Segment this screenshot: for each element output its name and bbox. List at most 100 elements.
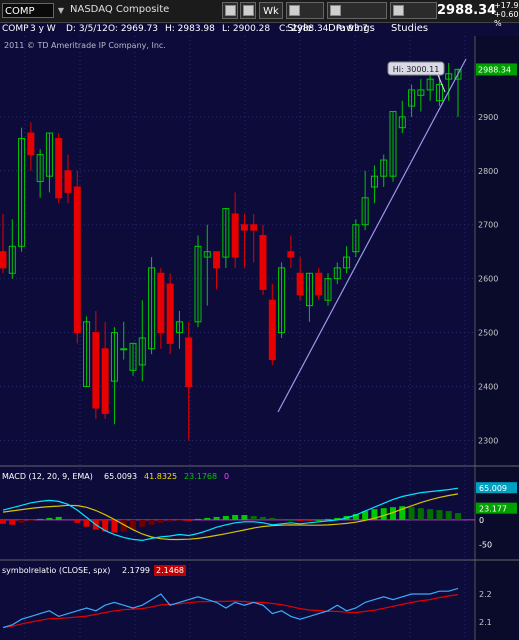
candle-body (83, 321, 91, 388)
macd-histogram-bar (260, 516, 266, 520)
candle (110, 327, 118, 425)
candle-body (389, 110, 397, 177)
candle-body (259, 235, 267, 290)
candle (175, 311, 183, 349)
macd-histogram-bar (445, 511, 452, 520)
macd-histogram-bar (18, 519, 25, 523)
ratio-ma-line (2, 594, 459, 629)
candle (296, 257, 304, 301)
symbol-description: NASDAQ Composite (70, 4, 170, 15)
candle (222, 208, 230, 268)
candle (213, 251, 221, 290)
candle-body (250, 224, 258, 231)
candle (120, 321, 128, 360)
style-icon (289, 5, 300, 16)
candle-body (417, 89, 425, 96)
candle (64, 154, 72, 204)
macd-histogram-bar (269, 517, 276, 520)
chart-canvas[interactable]: 2900280027002600250024002300Hi: 3000.11 2… (0, 0, 519, 640)
info-high: H: 2983.98 (165, 24, 215, 34)
info-close: C: 2988.34 (279, 24, 329, 34)
candle-body (287, 251, 295, 258)
symbol-input[interactable]: COMP (2, 3, 54, 18)
candle (250, 213, 258, 263)
hi-label: Hi: 3000.11 (387, 61, 446, 93)
macd-histogram-bar (92, 519, 99, 530)
candle (287, 235, 295, 268)
candle-body (194, 245, 202, 323)
macd-histogram-bar (436, 510, 443, 520)
candle-body (64, 170, 72, 193)
macd-diff-value: 23.1768 (184, 472, 217, 481)
candle-body (380, 159, 388, 177)
candle-body (0, 251, 7, 269)
candle (352, 219, 360, 258)
macd-histogram-bar (0, 519, 6, 524)
search-icon[interactable] (240, 2, 256, 19)
candle-body (120, 348, 128, 351)
hi-label-pointer (437, 74, 446, 93)
macd-histogram-bar (139, 519, 146, 527)
macd-histogram-bar (37, 518, 44, 520)
candle (259, 224, 267, 295)
candle (0, 213, 7, 274)
macd-histogram-bar (55, 516, 62, 520)
candle-body (333, 267, 341, 280)
macd-histogram-bar (148, 519, 155, 525)
info-date: D: 3/5/12 (66, 24, 108, 34)
candle (92, 311, 100, 419)
macd-histogram-bar (120, 519, 127, 532)
candle (148, 257, 156, 355)
candle-body (305, 272, 313, 307)
candle-body (398, 116, 406, 129)
last-price: 2988.34 (437, 3, 497, 18)
candle-body (148, 267, 156, 350)
candle (36, 149, 44, 198)
macd-histogram-bar (371, 509, 378, 520)
candle (426, 68, 434, 101)
candle (343, 246, 351, 274)
macd-histogram-bar (455, 513, 461, 520)
link-icon[interactable] (222, 2, 238, 19)
macd-histogram-bar (222, 515, 229, 520)
candle (380, 154, 388, 187)
candle-body (222, 208, 230, 258)
candle-body (445, 73, 453, 80)
drawings-icon (330, 5, 341, 16)
candle (27, 122, 35, 171)
candle-body (92, 332, 100, 409)
candle-body (240, 224, 248, 231)
studies-icon (393, 5, 404, 16)
macd-histogram-bar (167, 519, 174, 522)
drawings-button[interactable]: Drawings (327, 2, 387, 34)
candle (8, 219, 16, 279)
macd-histogram-bar (46, 517, 53, 520)
candle (129, 342, 137, 376)
info-range: R: 93.7 (336, 24, 368, 34)
candle-body (324, 278, 332, 301)
studies-button[interactable]: Studies (390, 2, 437, 34)
ratio-ma-value: 2.1468 (156, 566, 184, 575)
macd-histogram-bar (250, 515, 257, 520)
candle-body (426, 78, 434, 91)
candle-body (408, 89, 416, 107)
candle-body (18, 137, 26, 247)
macd-histogram-bar (278, 518, 285, 520)
candle-body (185, 337, 193, 388)
candle (45, 132, 53, 193)
candle (73, 170, 81, 344)
style-button[interactable]: Style (286, 2, 324, 34)
macd-histogram-bar (213, 516, 220, 520)
candle-body (175, 321, 183, 334)
symbol-dropdown-icon[interactable]: ▼ (56, 3, 66, 18)
macd-histogram-bar (232, 515, 239, 520)
macd-histogram-bar (427, 509, 434, 520)
candle-body (370, 175, 378, 188)
candle (435, 62, 443, 107)
candle (454, 68, 462, 117)
macd-histogram-bar (408, 507, 415, 520)
period-button[interactable]: Wk (259, 2, 283, 19)
macd-histogram-bar (352, 514, 359, 520)
ratio-line (2, 587, 459, 629)
candle (203, 224, 211, 306)
